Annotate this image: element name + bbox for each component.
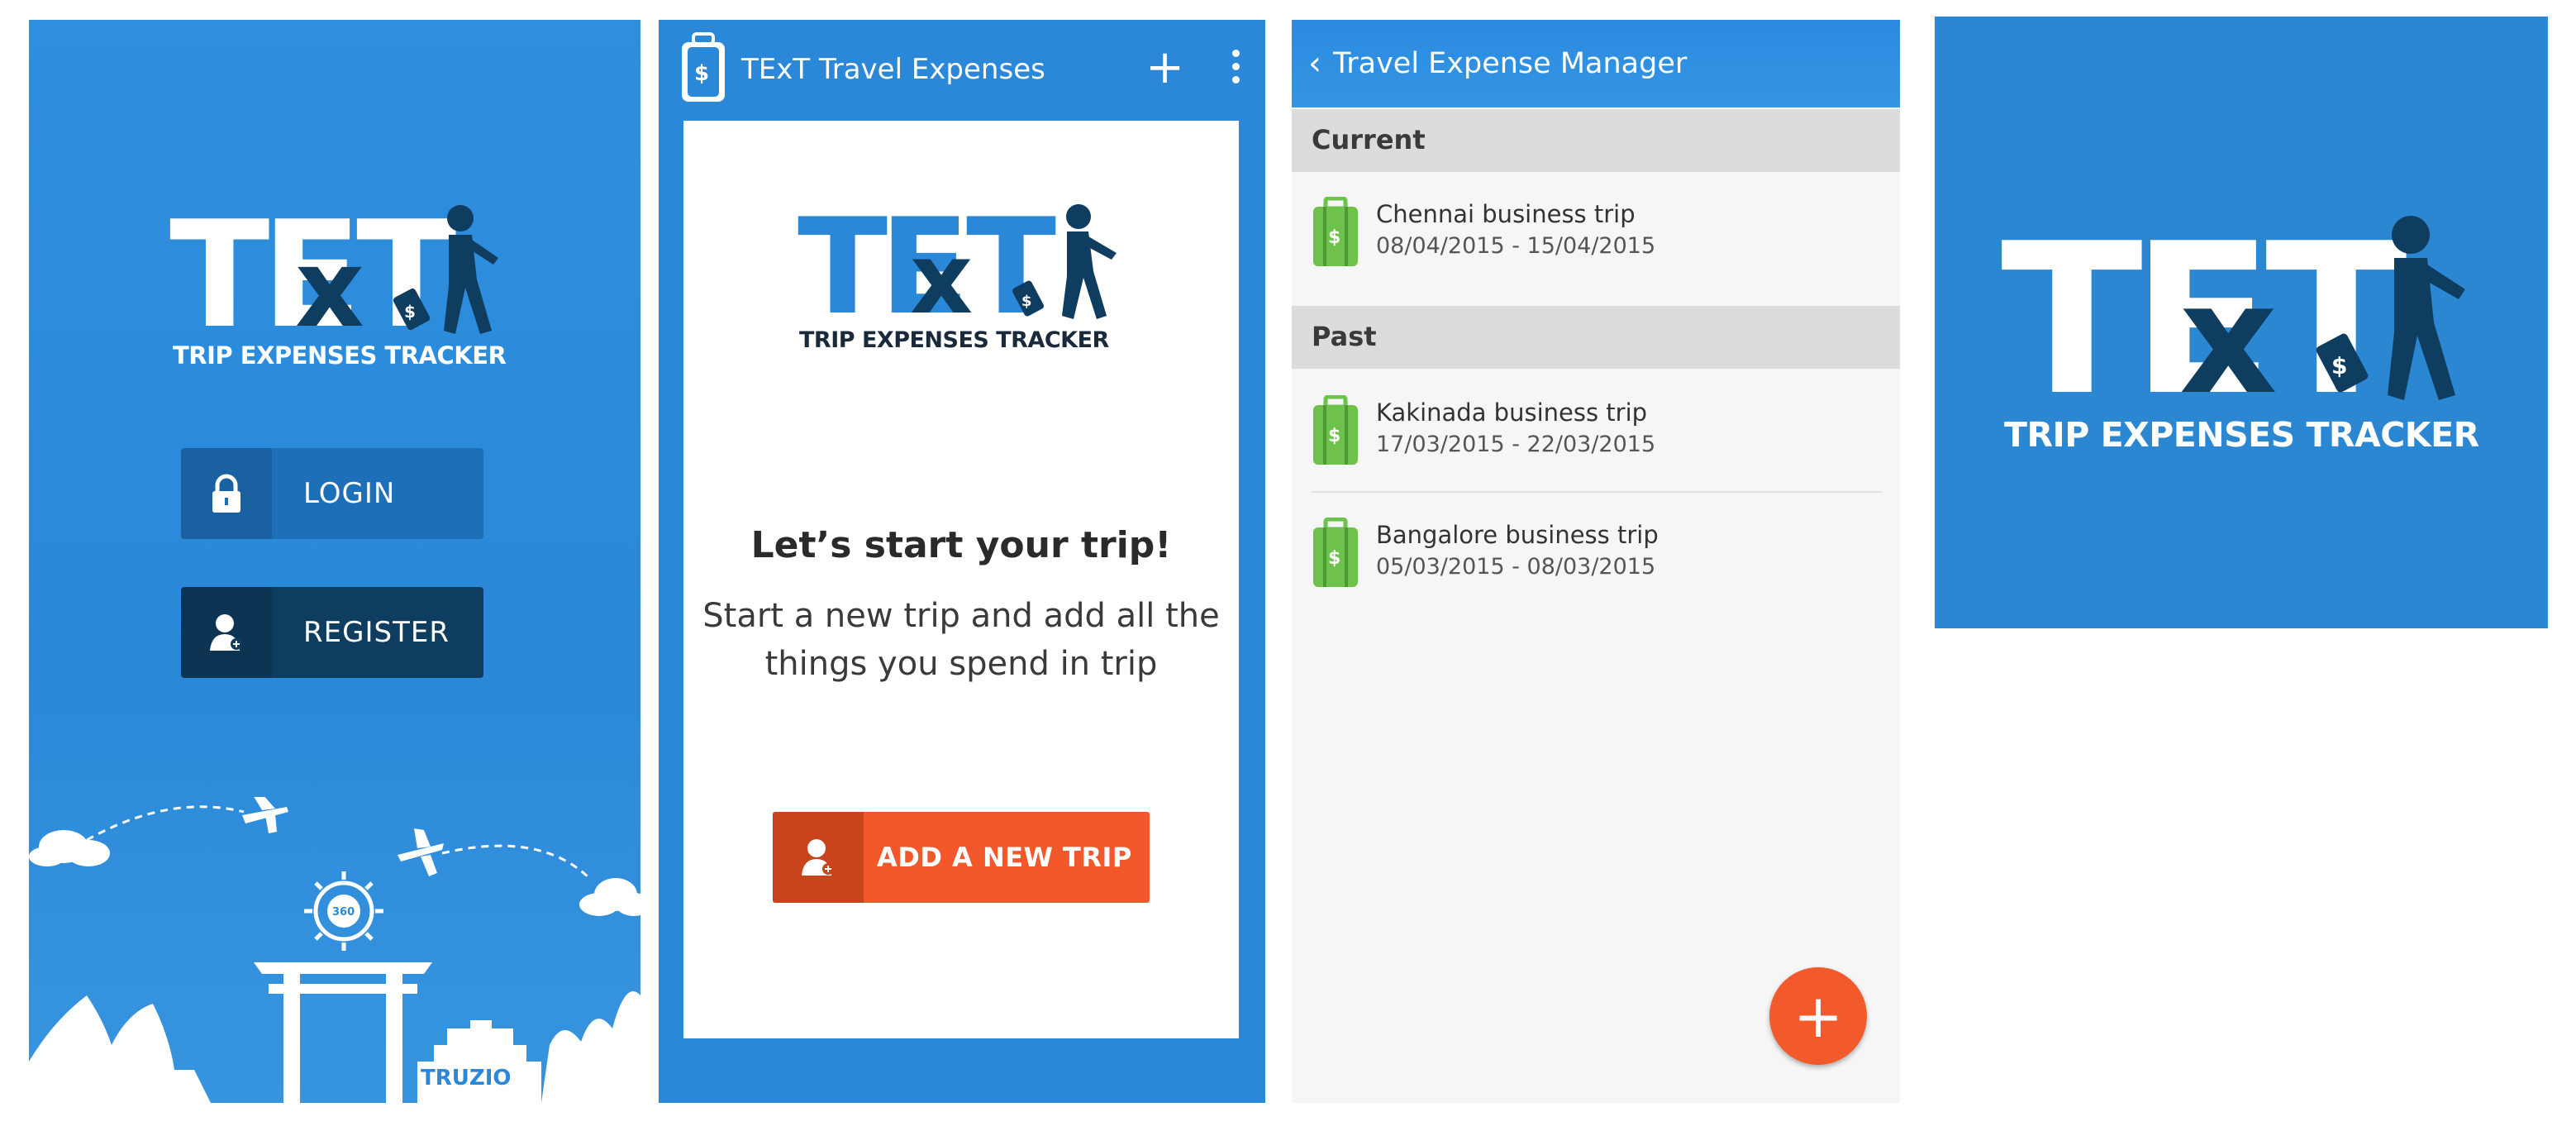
chevron-left-icon[interactable]: ‹ bbox=[1308, 45, 1321, 83]
tagline: TRIP EXPENSES TRACKER bbox=[799, 327, 1110, 353]
login-screen: TE x T $ TRIP EXPENSES TRACKER LOGIN REG… bbox=[29, 20, 640, 1103]
trip-row[interactable]: $ Chennai business trip 08/04/2015 - 15/… bbox=[1292, 172, 1900, 293]
lock-icon bbox=[181, 448, 272, 539]
start-trip-screen: $ TExT Travel Expenses + TE x T $ TRIP E… bbox=[659, 20, 1265, 1103]
svg-text:T: T bbox=[356, 189, 456, 360]
register-button[interactable]: REGISTER bbox=[181, 587, 483, 678]
trip-name: Kakinada business trip bbox=[1376, 398, 1648, 427]
trip-dates: 05/03/2015 - 08/03/2015 bbox=[1376, 554, 1656, 580]
svg-text:$: $ bbox=[1328, 548, 1340, 569]
svg-text:T: T bbox=[966, 192, 1056, 344]
suitcase-dollar-icon: $ bbox=[1312, 196, 1359, 271]
user-add-icon bbox=[773, 812, 864, 903]
app-bar: $ TExT Travel Expenses + bbox=[659, 20, 1265, 119]
svg-text:$: $ bbox=[694, 61, 709, 86]
company-logo: TRUZIO bbox=[421, 1066, 512, 1090]
plus-icon[interactable]: + bbox=[1145, 45, 1184, 91]
svg-text:$: $ bbox=[1328, 227, 1340, 248]
start-description: Start a new trip and add all the things … bbox=[702, 597, 1220, 683]
app-title: TExT Travel Expenses bbox=[741, 53, 1045, 86]
trip-dates: 17/03/2015 - 22/03/2015 bbox=[1376, 432, 1656, 457]
tagline: TRIP EXPENSES TRACKER bbox=[173, 341, 507, 370]
suitcase-dollar-icon: $ bbox=[1312, 394, 1359, 470]
trip-row[interactable]: $ Bangalore business trip 05/03/2015 - 0… bbox=[1292, 493, 1900, 613]
current-section-header: Current bbox=[1292, 109, 1900, 172]
text-logo: TE x T $ TRIP EXPENSES TRACKER bbox=[169, 188, 517, 375]
trip-name: Chennai business trip bbox=[1376, 200, 1636, 228]
suitcase-dollar-icon: $ bbox=[1312, 517, 1359, 592]
svg-text:x: x bbox=[2179, 251, 2278, 428]
start-trip-card: TE x T $ TRIP EXPENSES TRACKER Let’s sta… bbox=[683, 121, 1239, 1038]
login-label: LOGIN bbox=[303, 477, 396, 510]
plane-icon bbox=[398, 828, 444, 876]
plane-icon bbox=[242, 797, 288, 833]
svg-text:x: x bbox=[295, 226, 364, 351]
trips-list-screen: ‹ Travel Expense Manager Current $ Chenn… bbox=[1292, 20, 1900, 1103]
splash-screen: TE x T $ TRIP EXPENSES TRACKER bbox=[1935, 17, 2548, 628]
svg-text:T: T bbox=[2265, 199, 2407, 441]
svg-text:360: 360 bbox=[332, 906, 355, 919]
text-logo: TE x T $ TRIP EXPENSES TRACKER bbox=[2001, 197, 2488, 461]
user-icon bbox=[181, 587, 272, 678]
text-logo: TE x T $ TRIP EXPENSES TRACKER bbox=[798, 192, 1128, 354]
past-section-header: Past bbox=[1292, 306, 1900, 369]
trip-dates: 08/04/2015 - 15/04/2015 bbox=[1376, 233, 1656, 259]
svg-text:x: x bbox=[910, 222, 973, 336]
travel-skyline-illustration: 360 TRUZIO bbox=[29, 797, 640, 1103]
360-badge-icon: 360 bbox=[304, 871, 383, 951]
svg-text:$: $ bbox=[1021, 293, 1032, 310]
screen-title: Travel Expense Manager bbox=[1333, 47, 1688, 80]
add-new-trip-label: ADD A NEW TRIP bbox=[877, 842, 1132, 873]
add-new-trip-button[interactable]: ADD A NEW TRIP bbox=[773, 812, 1150, 903]
svg-text:$: $ bbox=[1328, 426, 1340, 446]
svg-text:$: $ bbox=[404, 302, 416, 322]
register-label: REGISTER bbox=[303, 616, 450, 649]
tagline: TRIP EXPENSES TRACKER bbox=[2004, 415, 2479, 455]
suitcase-dollar-icon: $ bbox=[680, 32, 726, 107]
start-heading: Let’s start your trip! bbox=[750, 524, 1172, 566]
login-button[interactable]: LOGIN bbox=[181, 448, 483, 539]
add-trip-fab[interactable]: + bbox=[1769, 967, 1867, 1065]
more-vert-icon[interactable] bbox=[1231, 50, 1240, 89]
trip-row[interactable]: $ Kakinada business trip 17/03/2015 - 22… bbox=[1292, 370, 1900, 491]
svg-text:$: $ bbox=[2331, 352, 2347, 379]
app-bar: ‹ Travel Expense Manager bbox=[1292, 20, 1900, 107]
trip-name: Bangalore business trip bbox=[1376, 521, 1659, 549]
